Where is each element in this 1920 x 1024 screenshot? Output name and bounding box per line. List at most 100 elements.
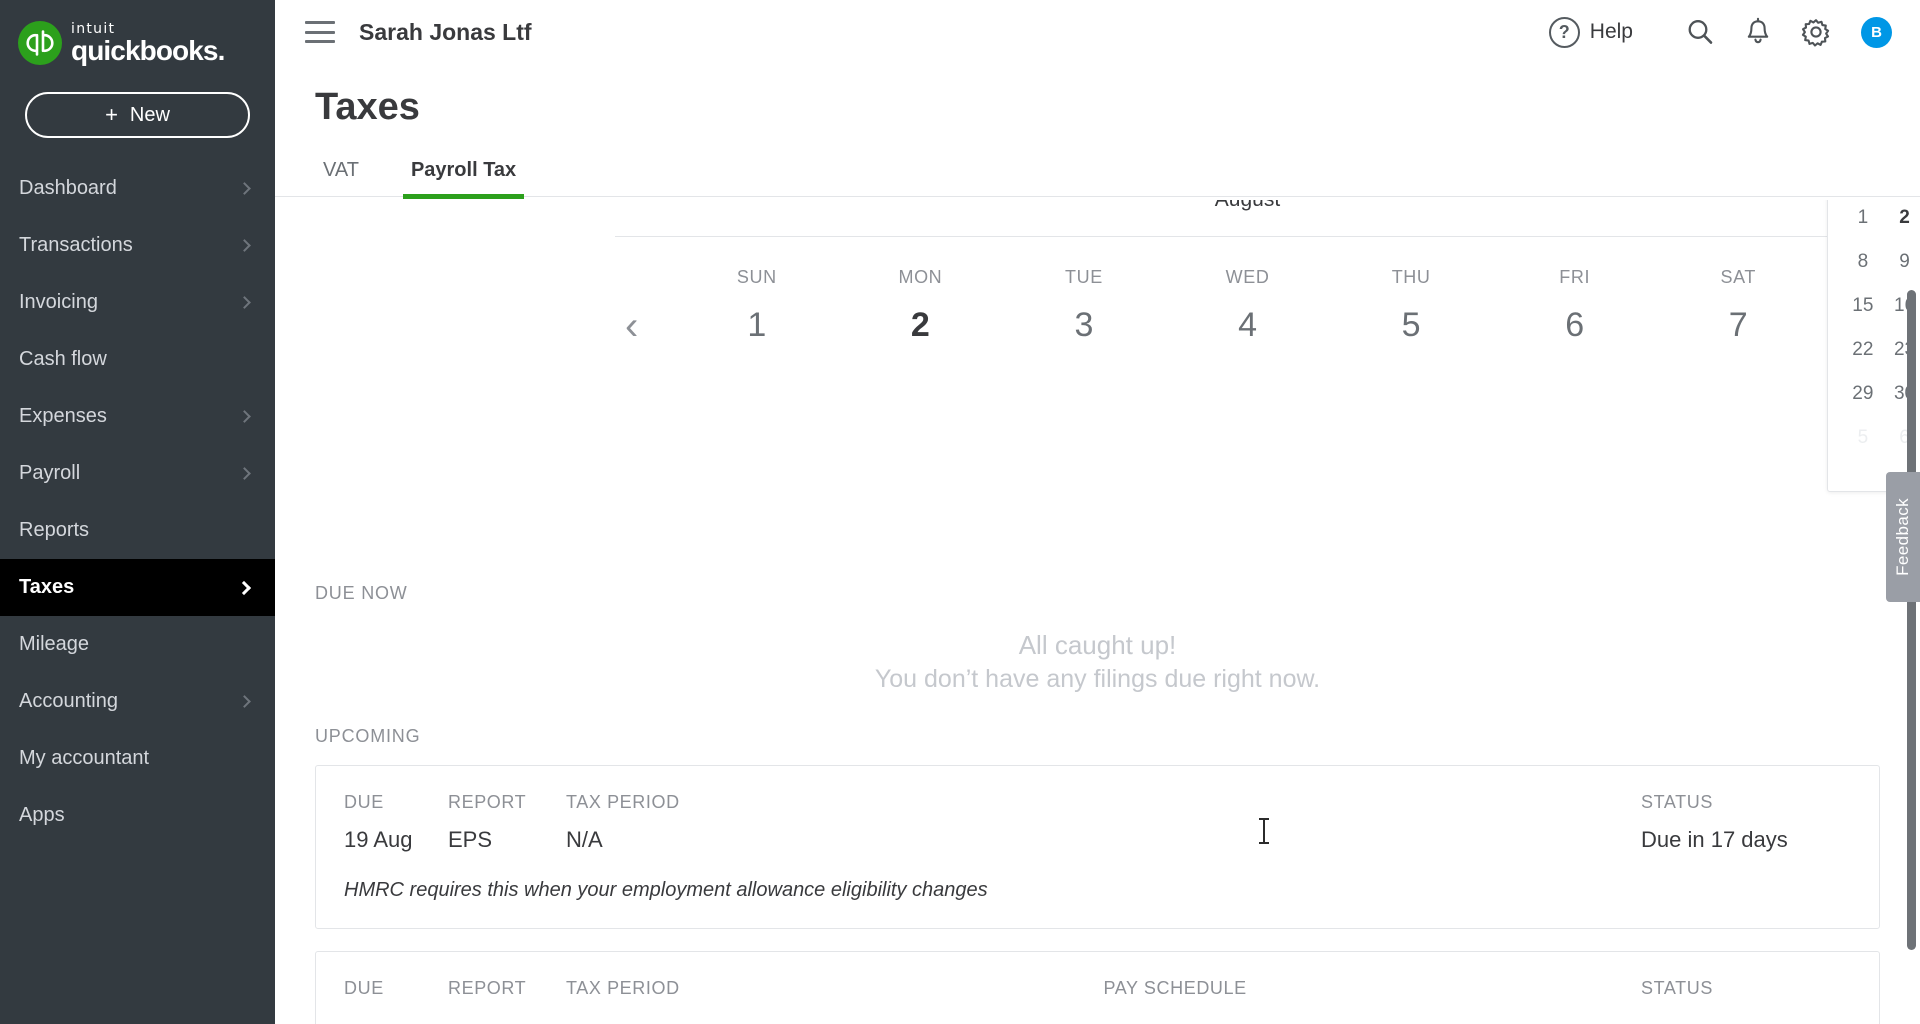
- calendar-day-number: 1: [1857, 207, 1869, 228]
- column-header-status: STATUS: [1641, 978, 1713, 998]
- empty-state-title: All caught up!: [1018, 630, 1177, 660]
- sidebar-item-my-accountant[interactable]: My accountant: [0, 730, 275, 787]
- sidebar-item-dashboard[interactable]: Dashboard: [0, 160, 275, 217]
- table-row: 19 Aug EPS N/A Due in 17 days: [344, 813, 1851, 853]
- chevron-right-icon: [238, 239, 251, 252]
- cell-due: 19 Aug: [344, 827, 413, 852]
- page-title: Taxes: [315, 86, 420, 128]
- week-divider: [615, 236, 1880, 237]
- upcoming-filing-card-1[interactable]: DUE REPORT TAX PERIOD STATUS 19 Aug EPS …: [315, 765, 1880, 929]
- week-day-name: MON: [898, 267, 943, 287]
- calendar-day-cell[interactable]: 22: [1842, 339, 1884, 363]
- sidebar-item-transactions[interactable]: Transactions: [0, 217, 275, 274]
- table-header-row: DUE REPORT TAX PERIOD STATUS: [344, 792, 1851, 813]
- column-header-status: STATUS: [1641, 792, 1713, 812]
- sidebar-item-label: Invoicing: [19, 291, 98, 313]
- filing-note: HMRC requires this when your employment …: [344, 879, 988, 901]
- column-header-report: REPORT: [448, 792, 527, 812]
- calendar-day-number: 29: [1852, 383, 1874, 404]
- sidebar-item-label: Dashboard: [19, 177, 117, 199]
- question-mark-icon: ?: [1548, 16, 1580, 48]
- column-header-pay-schedule: PAY SCHEDULE: [1103, 978, 1247, 998]
- plus-icon: +: [105, 102, 118, 127]
- week-day-number[interactable]: 5: [1329, 306, 1493, 345]
- sidebar-item-apps[interactable]: Apps: [0, 787, 275, 844]
- due-now-label: DUE NOW: [315, 583, 408, 603]
- text-cursor: [1259, 818, 1269, 844]
- week-day-number[interactable]: 1: [675, 306, 839, 345]
- quickbooks-logo[interactable]: intuit quickbooks.: [0, 0, 275, 66]
- sidebar-item-mileage[interactable]: Mileage: [0, 616, 275, 673]
- calendar-day-cell[interactable]: 1: [1842, 207, 1884, 231]
- sidebar-item-label: Accounting: [19, 690, 118, 712]
- top-bar-actions: ? Help B: [1548, 10, 1900, 54]
- feedback-label: Feedback: [1893, 498, 1912, 576]
- week-day-number[interactable]: 3: [1002, 306, 1166, 345]
- column-header-report: REPORT: [448, 978, 527, 998]
- new-button-label: New: [129, 103, 170, 126]
- calendar-day-number: 22: [1852, 339, 1874, 360]
- sidebar-item-expenses[interactable]: Expenses: [0, 388, 275, 445]
- tab-vat[interactable]: VAT: [315, 159, 367, 199]
- chevron-right-icon: [238, 410, 251, 423]
- quickbooks-qb-icon: [18, 21, 62, 65]
- user-avatar[interactable]: B: [1861, 16, 1892, 48]
- chevron-right-icon: [236, 580, 252, 595]
- tab-bar: VAT Payroll Tax: [275, 151, 1920, 199]
- sidebar-item-payroll[interactable]: Payroll: [0, 445, 275, 502]
- sidebar-item-label: Cash flow: [19, 348, 107, 370]
- scrollbar-thumb[interactable]: [1907, 290, 1916, 950]
- sidebar-item-accounting[interactable]: Accounting: [0, 673, 275, 730]
- week-day-number[interactable]: 7: [1656, 306, 1820, 345]
- calendar-day-cell[interactable]: 15: [1842, 295, 1884, 319]
- cell-report: EPS: [448, 827, 493, 852]
- sidebar-item-label: Payroll: [19, 462, 81, 484]
- week-day-number[interactable]: 4: [1166, 306, 1330, 345]
- sidebar-item-taxes[interactable]: Taxes: [0, 559, 275, 616]
- chevron-right-icon: [238, 182, 251, 195]
- notifications-button[interactable]: [1729, 10, 1787, 54]
- prev-week-arrow[interactable]: ‹: [625, 306, 638, 346]
- help-label: Help: [1589, 20, 1633, 43]
- empty-state-subtitle: You don’t have any filings due right now…: [874, 665, 1321, 693]
- tab-payroll-tax[interactable]: Payroll Tax: [402, 159, 525, 199]
- upcoming-filing-card-2[interactable]: DUE REPORT TAX PERIOD PAY SCHEDULE STATU…: [315, 951, 1880, 1024]
- calendar-day-cell[interactable]: 29: [1842, 383, 1884, 407]
- sidebar-item-label: Expenses: [19, 405, 107, 427]
- search-button[interactable]: [1671, 10, 1729, 54]
- calendar-day-number: 5: [1857, 427, 1869, 448]
- week-day-number[interactable]: 6: [1493, 306, 1657, 345]
- scroll-content: August SUNMONTUEWEDTHUFRISAT ‹ 1234567› …: [275, 200, 1920, 1024]
- sidebar-item-label: Taxes: [19, 576, 75, 598]
- new-button[interactable]: + New: [25, 92, 250, 138]
- sidebar-item-label: Apps: [19, 804, 65, 826]
- week-day-number[interactable]: 2: [839, 306, 1003, 345]
- week-strip: August SUN MON TUE WED THU FRI SAT ‹ 1234567›: [615, 200, 1880, 346]
- sidebar-item-invoicing[interactable]: Invoicing: [0, 274, 275, 331]
- week-day-name: FRI: [1559, 267, 1591, 287]
- calendar-day-cell[interactable]: 8: [1842, 251, 1884, 275]
- feedback-tab[interactable]: Feedback: [1886, 472, 1920, 602]
- due-now-empty-state: All caught up! You don’t have any filing…: [275, 628, 1920, 696]
- settings-button[interactable]: [1787, 10, 1845, 54]
- sidebar-item-reports[interactable]: Reports: [0, 502, 275, 559]
- sidebar-item-cash-flow[interactable]: Cash flow: [0, 331, 275, 388]
- column-header-due: DUE: [344, 978, 384, 998]
- week-day-name: THU: [1391, 267, 1431, 287]
- sidebar: intuit quickbooks. + New Dashboard Transa…: [0, 0, 275, 1024]
- cell-status: Due in 17 days: [1641, 827, 1788, 852]
- hamburger-menu-icon[interactable]: [305, 21, 335, 43]
- week-month-label: August: [615, 200, 1880, 212]
- help-button[interactable]: ? Help: [1548, 16, 1633, 48]
- calendar-day-number: 8: [1857, 251, 1869, 272]
- column-header-tax-period: TAX PERIOD: [566, 978, 680, 998]
- quickbooks-wordmark: quickbooks.: [71, 34, 225, 66]
- column-header-tax-period: TAX PERIOD: [566, 792, 680, 812]
- chevron-right-icon: [238, 467, 251, 480]
- week-day-numbers: ‹ 1234567›: [615, 306, 1880, 346]
- sidebar-item-label: Mileage: [19, 633, 90, 655]
- calendar-day-cell[interactable]: 5: [1842, 427, 1884, 451]
- bell-icon: [1747, 17, 1769, 44]
- company-name: Sarah Jonas Ltf: [359, 18, 532, 45]
- week-day-name: SAT: [1720, 267, 1756, 287]
